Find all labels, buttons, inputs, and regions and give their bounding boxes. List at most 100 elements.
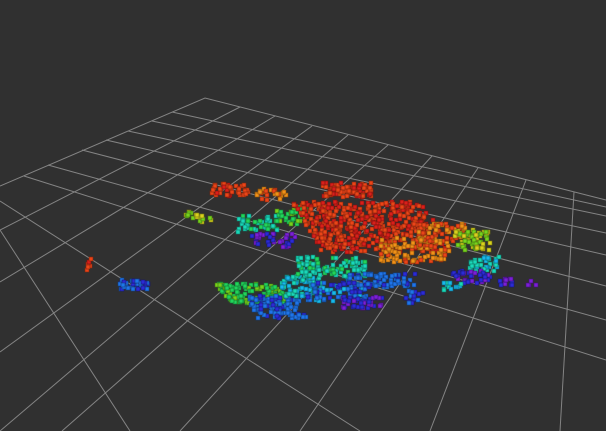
voxel xyxy=(264,197,270,203)
voxel xyxy=(442,247,448,253)
voxel xyxy=(207,215,213,221)
voxel xyxy=(229,298,235,304)
voxel xyxy=(314,256,320,262)
voxel xyxy=(366,236,372,242)
voxel xyxy=(318,247,324,253)
voxel xyxy=(277,196,283,202)
voxel xyxy=(364,214,370,220)
voxel xyxy=(303,269,309,275)
voxel xyxy=(403,295,409,301)
voxel xyxy=(366,299,372,305)
voxel xyxy=(253,282,259,288)
voxel xyxy=(362,263,368,269)
voxel xyxy=(394,235,400,241)
voxel xyxy=(377,303,383,309)
voxel xyxy=(405,243,411,249)
voxel xyxy=(310,282,316,288)
voxel xyxy=(416,291,422,297)
voxel xyxy=(269,297,275,303)
voxel xyxy=(268,309,274,315)
voxel xyxy=(350,246,356,252)
voxel xyxy=(399,199,405,205)
voxel xyxy=(365,281,371,287)
voxel xyxy=(221,184,227,190)
voxel xyxy=(278,209,284,215)
voxel xyxy=(461,233,467,239)
voxel xyxy=(330,262,336,268)
voxel xyxy=(339,266,345,272)
voxel xyxy=(322,229,328,235)
voxel xyxy=(444,227,450,233)
scene-canvas[interactable] xyxy=(0,0,606,431)
voxel xyxy=(426,230,432,236)
voxel xyxy=(362,248,368,254)
voxel xyxy=(331,186,337,192)
voxel xyxy=(342,273,348,279)
voxel xyxy=(448,286,454,292)
voxel xyxy=(509,282,515,288)
voxel xyxy=(457,231,463,237)
voxel xyxy=(274,306,280,312)
voxel xyxy=(130,286,136,292)
voxel xyxy=(447,280,453,286)
voxel xyxy=(285,310,291,316)
voxel xyxy=(294,300,300,306)
voxel xyxy=(255,241,261,247)
voxel xyxy=(281,189,287,195)
voxel xyxy=(316,239,322,245)
voxel xyxy=(340,194,346,200)
voxel xyxy=(469,263,475,269)
voxel xyxy=(368,180,374,186)
voxel xyxy=(388,216,394,222)
voxel xyxy=(301,205,307,211)
voxel xyxy=(327,236,333,242)
voxel xyxy=(416,212,422,218)
voxel xyxy=(295,218,301,224)
voxel xyxy=(350,260,356,266)
voxel xyxy=(331,270,337,276)
voxel xyxy=(338,180,344,186)
voxel xyxy=(248,226,254,232)
voxel xyxy=(491,268,497,274)
voxel xyxy=(314,215,320,221)
voxel xyxy=(402,252,408,258)
voxel xyxy=(289,209,295,215)
voxel xyxy=(308,216,314,222)
voxel xyxy=(378,271,384,277)
voxel xyxy=(224,285,230,291)
voxel xyxy=(410,258,416,264)
voxel xyxy=(465,229,471,235)
voxel xyxy=(292,307,298,313)
voxel xyxy=(233,285,239,291)
voxel xyxy=(300,210,306,216)
voxel xyxy=(254,232,260,238)
voxel xyxy=(373,224,379,230)
voxel xyxy=(373,283,379,289)
voxel xyxy=(134,278,140,284)
voxel xyxy=(459,223,465,229)
voxel xyxy=(346,280,352,286)
voxel xyxy=(333,244,339,250)
voxel xyxy=(493,258,499,264)
voxel xyxy=(401,279,407,285)
voxel xyxy=(328,282,334,288)
voxel xyxy=(341,260,347,266)
voxel xyxy=(290,216,296,222)
voxel xyxy=(341,305,347,311)
voxel xyxy=(259,284,265,290)
voxel xyxy=(478,277,484,283)
voxel xyxy=(279,284,285,290)
voxel xyxy=(144,286,150,292)
voxel xyxy=(289,312,295,318)
voxel xyxy=(416,203,422,209)
voxel xyxy=(465,279,471,285)
voxel xyxy=(415,297,421,303)
voxel xyxy=(324,287,330,293)
voxel xyxy=(418,257,424,263)
voxel xyxy=(267,234,273,240)
3d-viewport[interactable] xyxy=(0,0,606,431)
voxel xyxy=(408,229,414,235)
voxel xyxy=(140,279,146,285)
voxel xyxy=(486,247,492,253)
voxel xyxy=(303,286,309,292)
